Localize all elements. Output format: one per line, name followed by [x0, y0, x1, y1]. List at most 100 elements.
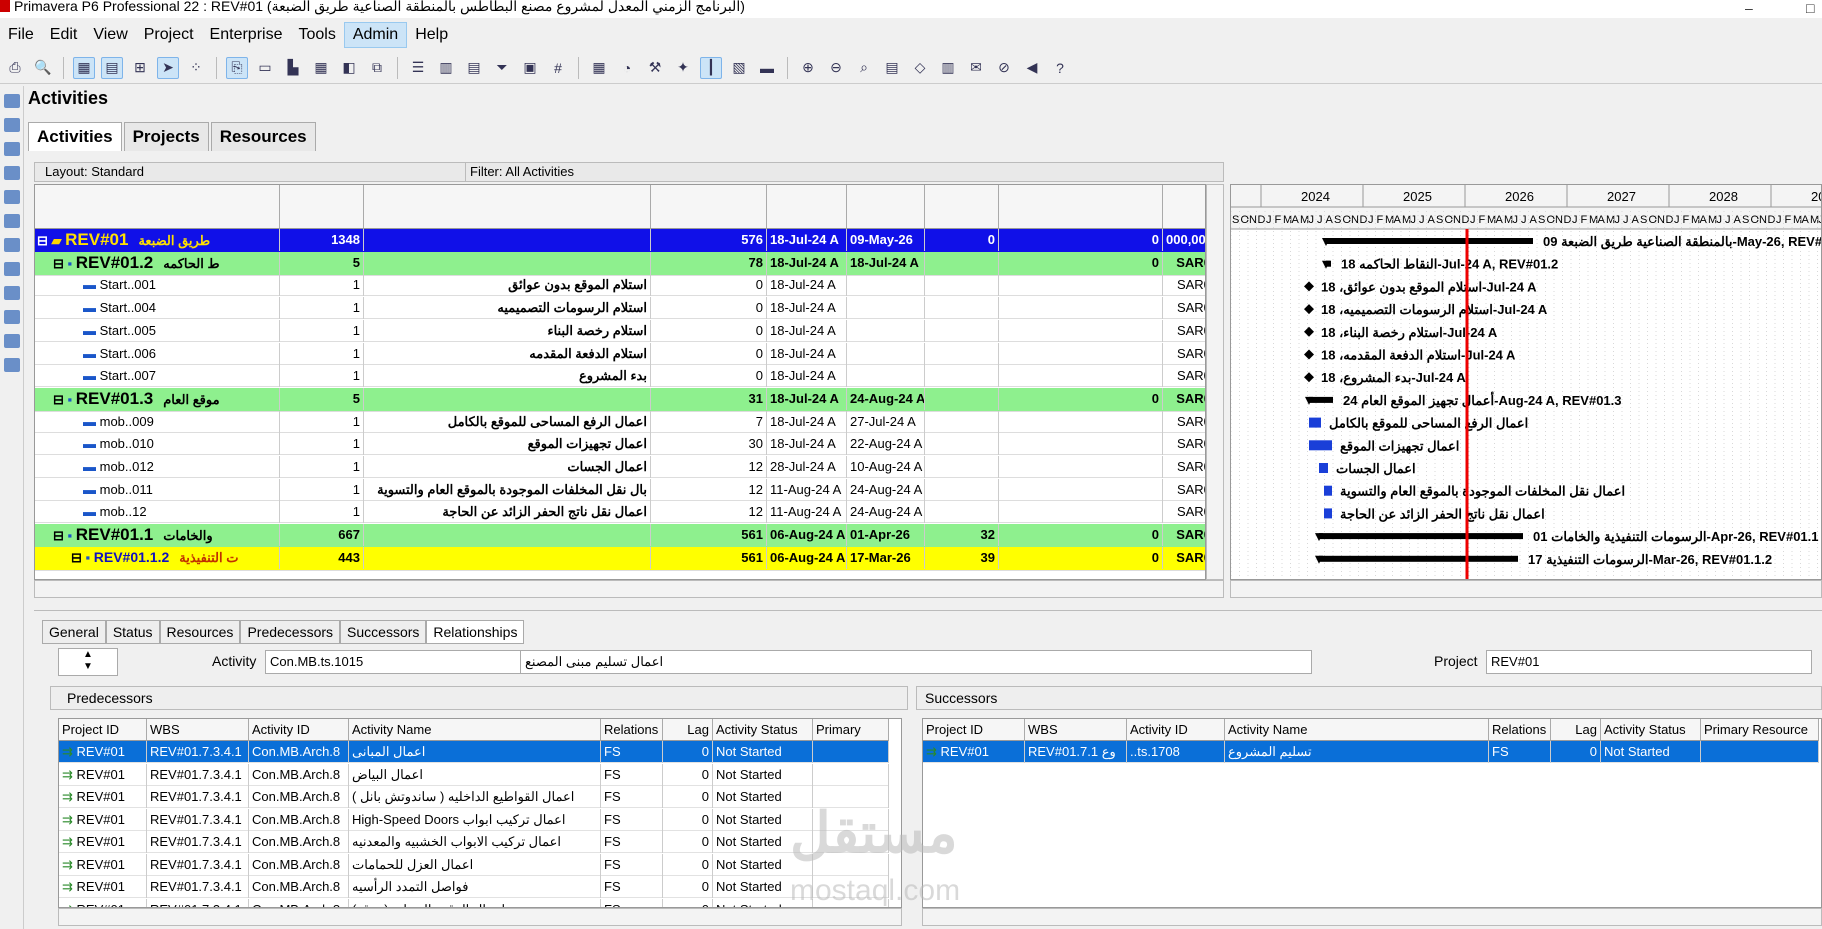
stop-icon[interactable]: ⊘ — [993, 57, 1015, 79]
milestone-mark[interactable] — [1304, 304, 1314, 315]
table-row[interactable]: ⊟ ▪ REV#01.3 موقع العام 5 31 18-Jul-24 A 24-A… — [35, 387, 1205, 412]
menu-file[interactable]: File — [0, 23, 42, 47]
column-header[interactable] — [925, 185, 999, 229]
column-header[interactable]: Activity Status — [713, 719, 813, 741]
milestone-mark[interactable] — [1304, 281, 1314, 292]
rail-icon-10[interactable] — [4, 310, 20, 324]
tab-resources[interactable]: Resources — [210, 122, 316, 151]
rail-icon-9[interactable] — [4, 286, 20, 300]
table-row[interactable]: ⊟ ▪ REV#01.1 والخامات 667 561 06-Aug-24 A 01-… — [35, 524, 1205, 549]
column-header[interactable]: WBS — [1025, 719, 1127, 741]
column-header[interactable]: Activity Name — [349, 719, 601, 741]
network-icon[interactable]: ⊞ — [129, 57, 151, 79]
table-row[interactable]: ▬ mob..010 1 اعمال تجهيزات الموقع 30 18-Jul-… — [35, 433, 1205, 456]
column-header[interactable]: Project ID — [59, 719, 147, 741]
store-icon[interactable]: ✦ — [672, 57, 694, 79]
menu-admin[interactable]: Admin — [343, 22, 408, 48]
column-header[interactable]: Primary — [813, 719, 889, 741]
tab-activities[interactable]: Activities — [28, 122, 122, 151]
menu-enterprise[interactable]: Enterprise — [202, 23, 291, 47]
column-header[interactable]: Lag — [1551, 719, 1601, 741]
columns-icon[interactable]: ▥ — [435, 57, 457, 79]
project-field[interactable]: REV#01 — [1486, 650, 1812, 674]
rail-icon-7[interactable] — [4, 238, 20, 252]
group-icon[interactable]: ▣ — [519, 57, 541, 79]
milestone-mark[interactable] — [1304, 372, 1314, 383]
summary-bar[interactable] — [1326, 238, 1533, 244]
tab-resources-detail[interactable]: Resources — [159, 620, 241, 644]
print-icon[interactable]: ⎙ — [4, 57, 26, 79]
column-header[interactable] — [364, 185, 651, 229]
cursor-icon[interactable]: ➤ — [157, 56, 179, 79]
relationship-row[interactable]: ⇉ REV#01REV#01.7.3.4.1Con.MB.Arch.8اعمال… — [59, 741, 889, 763]
collapse-icon[interactable]: ⊟ — [53, 528, 68, 543]
column-header[interactable]: Relations — [601, 719, 663, 741]
rail-icon-5[interactable] — [4, 190, 20, 204]
menu-tools[interactable]: Tools — [290, 23, 343, 47]
collapse-icon[interactable]: ⊟ — [53, 256, 68, 271]
rail-icon-1[interactable] — [4, 94, 20, 108]
print-preview-icon[interactable]: 🔍 — [32, 57, 54, 79]
relationship-row[interactable]: ⇉ REV#01 REV#01.7.3.4.1 Con.MB.Arch.8 فواصل… — [59, 876, 889, 898]
gantt-hscroll[interactable] — [1230, 580, 1822, 598]
relationship-row[interactable]: ⇉ REV#01 REV#01.7.1 وع ..ts.1708 تسليم المش… — [923, 741, 1819, 763]
bars-icon[interactable]: ☰ — [407, 57, 429, 79]
column-header[interactable] — [847, 185, 925, 229]
column-header[interactable]: Activity ID — [1127, 719, 1225, 741]
activity-bar[interactable] — [1319, 463, 1328, 473]
column-header[interactable]: Activity Name — [1225, 719, 1489, 741]
tab-predecessors[interactable]: Predecessors — [240, 620, 341, 644]
zoom-in-icon[interactable]: ⊕ — [797, 57, 819, 79]
relationship-row[interactable]: ⇉ REV#01REV#01.7.3.4.1Con.MB.Arch.8اعمال… — [59, 808, 889, 831]
tab-general[interactable]: General — [42, 620, 106, 644]
tab-successors[interactable]: Successors — [340, 620, 427, 644]
tab-projects[interactable]: Projects — [123, 122, 209, 151]
rail-icon-11[interactable] — [4, 334, 20, 348]
layout-label[interactable]: Layout: Standard — [45, 163, 144, 181]
menu-project[interactable]: Project — [136, 23, 202, 47]
column-header[interactable]: Activity ID — [249, 719, 349, 741]
panes-icon[interactable]: ▥ — [937, 57, 959, 79]
table-row[interactable]: ⊟ ▪ REV#01.2 ط الحاكمه 5 78 18-Jul-24 A 18-Ju… — [35, 251, 1205, 276]
table-row[interactable]: ▬ Start..006 1 استلام الدفعة المقدمه 0 18-Ju… — [35, 342, 1205, 365]
grid2-icon[interactable]: ▦ — [310, 57, 332, 79]
collapse-icon[interactable]: ⊟ — [37, 233, 52, 248]
menu-edit[interactable]: Edit — [42, 23, 86, 47]
succ-hscroll[interactable] — [922, 908, 1822, 926]
schedule-icon[interactable]: ◔ — [616, 57, 638, 79]
list-icon[interactable]: ▤ — [463, 57, 485, 79]
table-row[interactable]: ▬ mob..012 1 اعمال الجسات 12 28-Jul-24 A 10-A… — [35, 456, 1205, 478]
page-search-icon[interactable]: ⎘ — [226, 56, 248, 79]
column-header[interactable] — [280, 185, 364, 229]
table-row[interactable]: ▬ Start..0071بدء المشروع018-Jul-24 ASAR0… — [35, 365, 1205, 388]
table-hscroll[interactable] — [34, 580, 1224, 598]
activity-bar[interactable] — [1324, 508, 1332, 519]
summary-bar[interactable] — [1319, 555, 1518, 562]
filter-label[interactable]: Filter: All Activities — [465, 163, 574, 181]
milestone-mark[interactable] — [1304, 326, 1314, 337]
chart-icon[interactable]: ▙ — [282, 57, 304, 79]
column-header[interactable] — [999, 185, 1163, 229]
milestone-mark[interactable] — [1304, 349, 1314, 360]
table-icon[interactable]: ▦ — [73, 56, 95, 79]
relationship-row[interactable]: ⇉ REV#01REV#01.7.3.4.1Con.MB.Arch.8اعمال… — [59, 898, 889, 907]
megaphone-icon[interactable]: ◀ — [1021, 57, 1043, 79]
rail-icon-2[interactable] — [4, 118, 20, 132]
pred-hscroll[interactable] — [58, 908, 902, 926]
table-row[interactable]: ⊟ ▪ REV#01.1.2 ت التنفيذية 443 561 06-Aug-24… — [35, 546, 1205, 571]
nav-arrows[interactable]: ▲ ▼ — [58, 648, 118, 676]
activity-bar[interactable] — [1309, 417, 1321, 428]
rail-icon-8[interactable] — [4, 262, 20, 276]
relationship-row[interactable]: ⇉ REV#01REV#01.7.3.4.1Con.MB.Arch.8اعمال… — [59, 763, 889, 786]
options-icon[interactable]: ▬ — [756, 57, 778, 79]
column-header[interactable]: Lag — [663, 719, 713, 741]
layers-icon[interactable]: ⧉ — [366, 57, 388, 79]
rail-icon-12[interactable] — [4, 358, 20, 372]
activity-name-field[interactable]: اعمال تسليم مبنى المصنع — [520, 650, 1312, 674]
column-header[interactable] — [1163, 185, 1205, 229]
rail-icon-3[interactable] — [4, 142, 20, 156]
minimize-icon[interactable]: – — [1745, 0, 1765, 16]
column-header[interactable]: Relations — [1489, 719, 1551, 741]
table-row[interactable]: ▬ Start..001 1 استلام الموقع بدون عوائق 0 18… — [35, 274, 1205, 297]
relationship-row[interactable]: ⇉ REV#01REV#01.7.3.4.1Con.MB.Arch.8اعمال… — [59, 831, 889, 853]
